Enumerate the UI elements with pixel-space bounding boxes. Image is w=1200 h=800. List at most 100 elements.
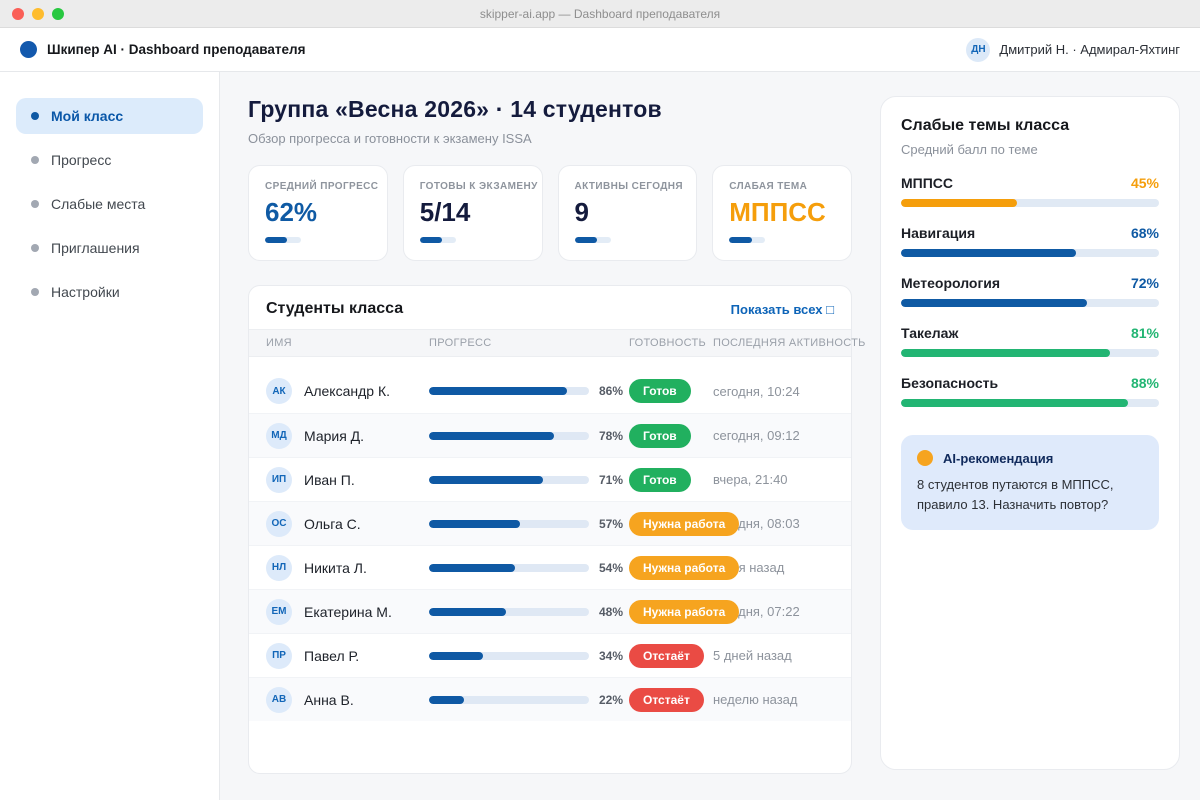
student-avatar: ОС — [266, 511, 292, 537]
student-last-activity: 5 дней назад — [713, 648, 834, 663]
student-last-activity: неделю назад — [713, 692, 834, 707]
sidebar-item[interactable]: Мой класс — [16, 98, 203, 134]
student-name: Мария Д. — [304, 428, 364, 444]
topic-score: Навигация 68% — [901, 225, 1159, 257]
topic-score: МППСС 45% — [901, 175, 1159, 207]
student-last-activity: сегодня, 09:12 — [713, 428, 834, 443]
sidebar-item[interactable]: Настройки — [16, 274, 203, 310]
sidebar-item-label: Приглашения — [51, 240, 140, 256]
show-all-icon: □ — [826, 302, 834, 317]
topic-percent: 68% — [1131, 225, 1159, 241]
sidebar-item-bullet-icon — [31, 288, 39, 296]
students-table-card: Студенты класса Показать всех □ ИМЯ ПРОГ… — [248, 285, 852, 774]
student-progressbar — [429, 476, 589, 484]
sidebar-item-label: Мой класс — [51, 108, 123, 124]
column-header-readiness: ГОТОВНОСТЬ — [629, 337, 713, 349]
stat-label: СРЕДНИЙ ПРОГРЕСС — [265, 181, 371, 192]
close-window-button[interactable] — [12, 8, 24, 20]
sidebar-item-bullet-icon — [31, 156, 39, 164]
topic-score: Метеорология 72% — [901, 275, 1159, 307]
ai-recommendation-card[interactable]: AI-рекомендация 8 студентов путаются в М… — [901, 435, 1159, 530]
status-badge: Нужна работа — [629, 512, 739, 536]
student-avatar: ИП — [266, 467, 292, 493]
stat-mini-progressbar — [265, 237, 301, 243]
topic-percent: 88% — [1131, 375, 1159, 391]
topic-percent: 72% — [1131, 275, 1159, 291]
user-chip[interactable]: ДН Дмитрий Н. · Адмирал-Яхтинг — [966, 38, 1180, 62]
student-last-activity: вчера, 21:40 — [713, 472, 834, 487]
window-controls — [12, 8, 64, 20]
student-progress-percent: 22% — [599, 693, 623, 707]
table-row[interactable]: ИП Иван П. 71% Готов вчера, 21:40 — [249, 457, 851, 501]
topic-percent: 81% — [1131, 325, 1159, 341]
sidebar-item[interactable]: Слабые места — [16, 186, 203, 222]
table-row[interactable]: ЕМ Екатерина М. 48% Нужна работа сегодня… — [249, 589, 851, 633]
topic-progressbar — [901, 299, 1159, 307]
student-progress-percent: 48% — [599, 605, 623, 619]
user-avatar: ДН — [966, 38, 990, 62]
table-row[interactable]: ОС Ольга С. 57% Нужна работа сегодня, 08… — [249, 501, 851, 545]
sidebar-item[interactable]: Приглашения — [16, 230, 203, 266]
sidebar-item-bullet-icon — [31, 112, 39, 120]
stat-card: СЛАБАЯ ТЕМА МППСС — [712, 165, 852, 261]
stat-value: 5/14 — [420, 197, 526, 228]
stat-value: 9 — [575, 197, 681, 228]
ai-icon — [917, 450, 933, 466]
table-row[interactable]: МД Мария Д. 78% Готов сегодня, 09:12 — [249, 413, 851, 457]
student-progressbar — [429, 520, 589, 528]
column-header-name: ИМЯ — [266, 337, 429, 349]
status-badge: Нужна работа — [629, 556, 739, 580]
zoom-window-button[interactable] — [52, 8, 64, 20]
topic-score: Безопасность 88% — [901, 375, 1159, 407]
stat-mini-progressbar — [420, 237, 456, 243]
sidebar-item-label: Настройки — [51, 284, 120, 300]
panel-subtitle: Средний балл по теме — [901, 142, 1159, 157]
table-row[interactable]: АК Александр К. 86% Готов сегодня, 10:24 — [249, 369, 851, 413]
student-progressbar — [429, 432, 589, 440]
sidebar: Мой класс Прогресс Слабые места Приглаше… — [0, 72, 220, 800]
student-progress-percent: 71% — [599, 473, 623, 487]
panel-title: Слабые темы класса — [901, 117, 1159, 135]
stat-label: СЛАБАЯ ТЕМА — [729, 181, 835, 192]
table-column-headers: ИМЯ ПРОГРЕСС ГОТОВНОСТЬ ПОСЛЕДНЯЯ АКТИВН… — [249, 329, 851, 357]
app-title: Шкипер AI · Dashboard преподавателя — [47, 42, 305, 57]
sidebar-item[interactable]: Прогресс — [16, 142, 203, 178]
sidebar-item-label: Слабые места — [51, 196, 145, 212]
stat-label: АКТИВНЫ СЕГОДНЯ — [575, 181, 681, 192]
stat-card: АКТИВНЫ СЕГОДНЯ 9 — [558, 165, 698, 261]
stat-card: СРЕДНИЙ ПРОГРЕСС 62% — [248, 165, 388, 261]
app-logo-icon — [20, 41, 37, 58]
topic-label: Такелаж — [901, 325, 958, 341]
student-name: Александр К. — [304, 383, 390, 399]
app-header: Шкипер AI · Dashboard преподавателя ДН Д… — [0, 28, 1200, 72]
show-all-link[interactable]: Показать всех □ — [731, 302, 834, 317]
student-avatar: АВ — [266, 687, 292, 713]
column-header-activity: ПОСЛЕДНЯЯ АКТИВНОСТЬ — [713, 337, 866, 349]
main-content: Группа «Весна 2026» · 14 студентов Обзор… — [248, 96, 852, 770]
status-badge: Готов — [629, 379, 691, 403]
stat-card: ГОТОВЫ К ЭКЗАМЕНУ 5/14 — [403, 165, 543, 261]
topic-label: Метеорология — [901, 275, 1000, 291]
student-name: Екатерина М. — [304, 604, 392, 620]
student-name: Павел Р. — [304, 648, 359, 664]
topic-label: Навигация — [901, 225, 975, 241]
student-progress-percent: 57% — [599, 517, 623, 531]
column-header-progress: ПРОГРЕСС — [429, 337, 629, 349]
stat-mini-progressbar — [729, 237, 765, 243]
student-avatar: МД — [266, 423, 292, 449]
sidebar-item-bullet-icon — [31, 244, 39, 252]
table-row[interactable]: ПР Павел Р. 34% Отстаёт 5 дней назад — [249, 633, 851, 677]
student-name: Анна В. — [304, 692, 354, 708]
minimize-window-button[interactable] — [32, 8, 44, 20]
topic-label: Безопасность — [901, 375, 998, 391]
student-progress-percent: 54% — [599, 561, 623, 575]
status-badge: Готов — [629, 468, 691, 492]
page-title: Группа «Весна 2026» · 14 студентов — [248, 96, 852, 123]
student-last-activity: сегодня, 10:24 — [713, 384, 834, 399]
table-row[interactable]: НЛ Никита Л. 54% Нужна работа 2 дня наза… — [249, 545, 851, 589]
topic-score: Такелаж 81% — [901, 325, 1159, 357]
topic-label: МППСС — [901, 175, 953, 191]
page-subtitle: Обзор прогресса и готовности к экзамену … — [248, 131, 852, 146]
status-badge: Отстаёт — [629, 644, 704, 668]
table-row[interactable]: АВ Анна В. 22% Отстаёт неделю назад — [249, 677, 851, 721]
